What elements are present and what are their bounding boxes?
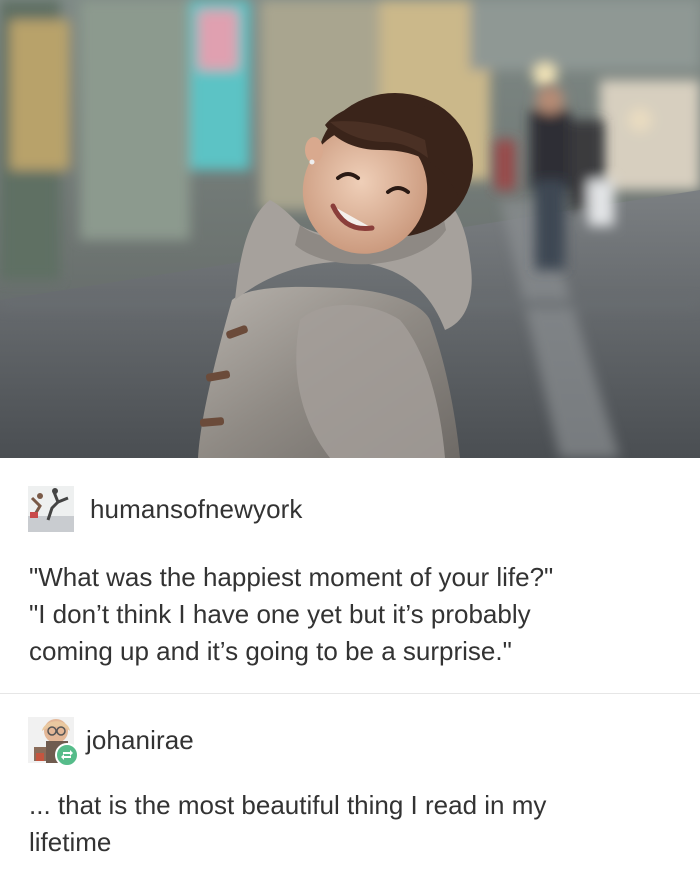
reblog-username[interactable]: johanirae <box>86 725 194 756</box>
post-line: "What was the happiest moment of your li… <box>29 562 554 592</box>
reblog-line: ... that is the most beautiful thing I r… <box>29 790 547 820</box>
reblog-comment: johanirae ... that is the most beautiful… <box>0 693 700 874</box>
reblog-author: johanirae <box>28 717 194 767</box>
post-author: humansofnewyork <box>28 486 303 532</box>
johanirae-avatar-icon[interactable] <box>28 717 79 767</box>
reblog-icon <box>55 743 79 767</box>
humansofnewyork-avatar-icon[interactable] <box>28 486 74 532</box>
photo-illustration <box>0 0 700 458</box>
reblog-body: ... that is the most beautiful thing I r… <box>29 787 670 861</box>
reblog-line: lifetime <box>29 827 112 857</box>
post-username[interactable]: humansofnewyork <box>90 494 303 525</box>
post-line: "I don’t think I have one yet but it’s p… <box>29 599 531 629</box>
post-photo <box>0 0 700 458</box>
post-body: "What was the happiest moment of your li… <box>29 559 670 670</box>
post-line: coming up and it’s going to be a surpris… <box>29 636 512 666</box>
original-post: humansofnewyork "What was the happiest m… <box>0 458 700 693</box>
